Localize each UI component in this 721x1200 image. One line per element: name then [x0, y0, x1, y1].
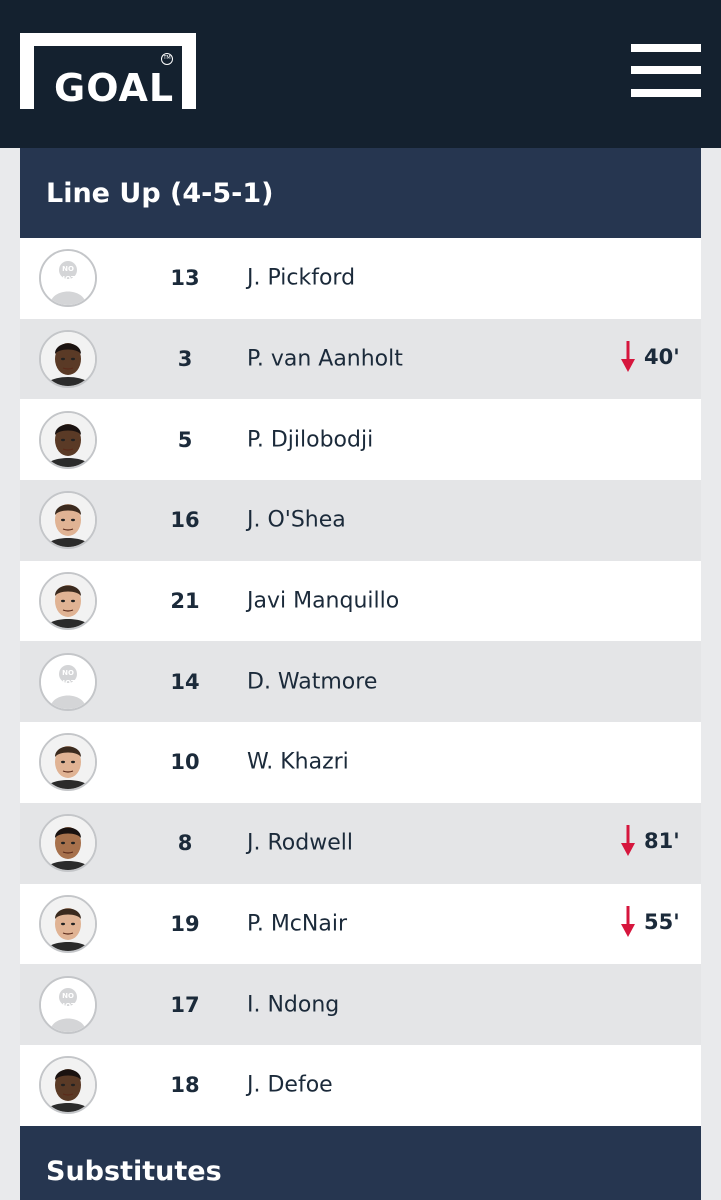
substitution-indicator: 55'	[620, 905, 680, 938]
player-row[interactable]: 3 P. van Aanholt 40'	[20, 318, 701, 400]
goal-logo[interactable]: GOAL TM	[20, 33, 196, 110]
player-avatar	[39, 733, 97, 792]
top-bar: GOAL TM	[0, 0, 721, 148]
shirt-number: 13	[170, 266, 200, 291]
player-row[interactable]: 19 P. McNair 55'	[20, 883, 701, 965]
player-avatar	[39, 410, 97, 469]
no-photo-icon: NO PHOTO YET	[41, 977, 95, 1032]
lineup-list: NO PHOTO YET 13 J. Pickford 3 P. van Aanholt 40…	[20, 238, 701, 1126]
player-avatar	[39, 814, 97, 873]
player-photo-icon	[41, 332, 95, 387]
player-row[interactable]: 10 W. Khazri	[20, 722, 701, 803]
substitution-minute: 55'	[644, 909, 680, 934]
shirt-number: 16	[170, 508, 200, 533]
player-avatar: NO PHOTO YET	[39, 975, 97, 1034]
player-photo-icon	[41, 816, 95, 871]
player-row[interactable]: 5 P. Djilobodji	[20, 399, 701, 481]
substitution-out-arrow-icon	[621, 824, 635, 856]
player-row[interactable]: 8 J. Rodwell 81'	[20, 802, 701, 884]
shirt-number: 10	[170, 750, 200, 775]
shirt-number: 21	[170, 589, 200, 614]
player-name[interactable]: Javi Manquillo	[247, 589, 399, 614]
svg-text:NO: NO	[62, 992, 74, 1000]
player-avatar: NO PHOTO YET	[39, 249, 97, 308]
player-photo-icon	[41, 574, 95, 629]
player-avatar: NO PHOTO YET	[39, 652, 97, 711]
substitution-out-arrow-icon	[621, 340, 635, 372]
player-name[interactable]: P. Djilobodji	[247, 427, 373, 452]
logo-goalpost-left	[20, 33, 34, 109]
player-row[interactable]: 16 J. O'Shea	[20, 480, 701, 561]
no-photo-icon: NO PHOTO YET	[41, 654, 95, 709]
svg-text:YET: YET	[60, 285, 76, 293]
player-name[interactable]: W. Khazri	[247, 750, 349, 775]
shirt-number: 19	[170, 911, 200, 936]
hamburger-menu-icon[interactable]	[631, 44, 701, 98]
substitution-indicator: 81'	[620, 824, 680, 857]
logo-goalpost-right	[182, 33, 196, 109]
svg-text:NO: NO	[62, 265, 74, 273]
substitution-minute: 40'	[644, 344, 680, 369]
player-name[interactable]: J. Defoe	[247, 1073, 333, 1098]
shirt-number: 5	[177, 427, 193, 452]
player-name[interactable]: J. Rodwell	[247, 831, 353, 856]
player-photo-icon	[41, 1058, 95, 1113]
player-photo-icon	[41, 412, 95, 467]
player-row[interactable]: 18 J. Defoe	[20, 1044, 701, 1126]
player-avatar	[39, 330, 97, 389]
svg-text:YET: YET	[60, 689, 76, 697]
shirt-number: 17	[170, 992, 200, 1017]
player-avatar	[39, 572, 97, 631]
player-name[interactable]: J. O'Shea	[247, 508, 346, 533]
player-name[interactable]: P. van Aanholt	[247, 347, 403, 372]
lineup-panel: Line Up (4-5-1) NO PHOTO YET 13 J. Pickford 3…	[20, 148, 701, 1126]
player-row[interactable]: NO PHOTO YET 13 J. Pickford	[20, 238, 701, 319]
substitution-minute: 81'	[644, 828, 680, 853]
substitution-out-arrow-icon	[621, 905, 635, 937]
shirt-number: 14	[170, 669, 200, 694]
substitution-indicator: 40'	[620, 340, 680, 373]
trademark-icon: TM	[161, 53, 173, 65]
player-name[interactable]: P. McNair	[247, 911, 347, 936]
player-photo-icon	[41, 735, 95, 790]
player-photo-icon	[41, 493, 95, 548]
player-avatar	[39, 1056, 97, 1115]
logo-goalpost-crossbar	[20, 33, 196, 46]
substitutes-title: Substitutes	[20, 1126, 701, 1200]
player-name[interactable]: D. Watmore	[247, 669, 377, 694]
shirt-number: 3	[177, 347, 193, 372]
player-row[interactable]: 21 Javi Manquillo	[20, 560, 701, 642]
player-avatar	[39, 894, 97, 953]
player-row[interactable]: NO PHOTO YET 17 I. Ndong	[20, 964, 701, 1045]
player-row[interactable]: NO PHOTO YET 14 D. Watmore	[20, 641, 701, 723]
no-photo-icon: NO PHOTO YET	[41, 251, 95, 306]
svg-text:YET: YET	[60, 1012, 76, 1020]
shirt-number: 8	[177, 831, 193, 856]
logo-text: GOAL	[54, 66, 175, 110]
svg-text:PHOTO: PHOTO	[54, 275, 82, 283]
lineup-title: Line Up (4-5-1)	[20, 148, 701, 238]
player-name[interactable]: I. Ndong	[247, 992, 339, 1017]
svg-text:NO: NO	[62, 669, 74, 677]
player-avatar	[39, 491, 97, 550]
svg-text:PHOTO: PHOTO	[54, 679, 82, 687]
player-photo-icon	[41, 896, 95, 951]
shirt-number: 18	[170, 1073, 200, 1098]
svg-text:PHOTO: PHOTO	[54, 1002, 82, 1010]
player-name[interactable]: J. Pickford	[247, 266, 355, 291]
